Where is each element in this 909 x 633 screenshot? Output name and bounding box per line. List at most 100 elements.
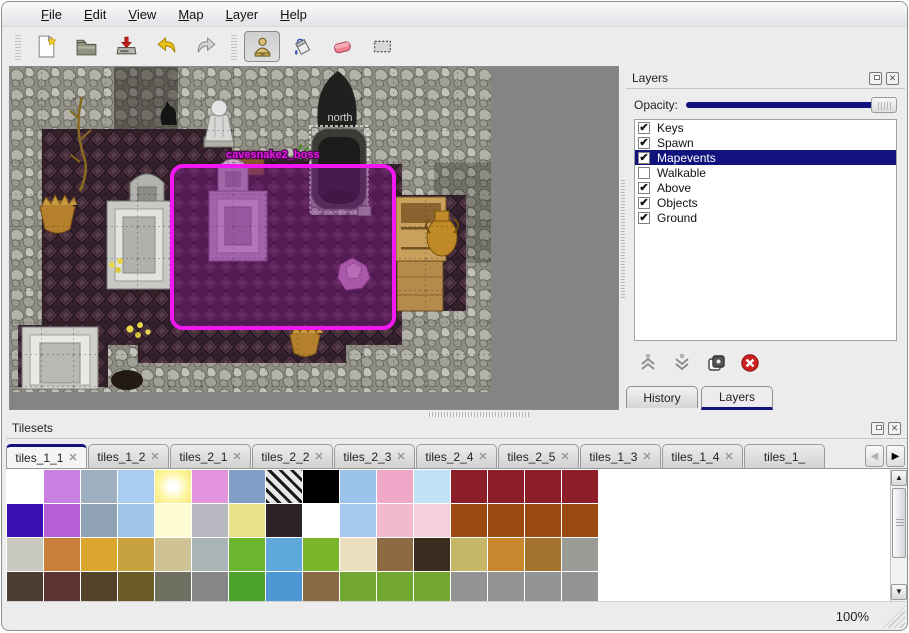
tile-2-2[interactable] [81, 538, 117, 571]
delete-layer-button[interactable] [740, 353, 760, 373]
close-panel-icon[interactable]: ✕ [888, 422, 901, 435]
toolbar-grip[interactable] [15, 34, 21, 60]
tile-2-10[interactable] [377, 538, 413, 571]
tile-0-7[interactable] [266, 470, 302, 503]
tile-2-3[interactable] [118, 538, 154, 571]
tab-close-icon[interactable]: ✕ [68, 451, 77, 464]
tileset-tab-tiles_2_1[interactable]: tiles_2_1✕ [170, 444, 251, 468]
opacity-handle[interactable] [871, 97, 897, 113]
float-panel-icon[interactable] [871, 422, 884, 435]
tile-2-14[interactable] [525, 538, 561, 571]
layer-row-spawn[interactable]: ✔Spawn [635, 135, 896, 150]
tile-3-7[interactable] [266, 572, 302, 601]
tab-close-icon[interactable]: ✕ [478, 450, 487, 463]
layer-checkbox[interactable]: ✔ [638, 122, 650, 134]
tab-close-icon[interactable]: ✕ [724, 450, 733, 463]
tile-1-9[interactable] [340, 504, 376, 537]
tile-1-12[interactable] [451, 504, 487, 537]
tile-2-7[interactable] [266, 538, 302, 571]
tileset-tab-tiles_2_2[interactable]: tiles_2_2✕ [252, 444, 333, 468]
tileset-tab-tiles_1_1[interactable]: tiles_1_1✕ [6, 444, 87, 468]
tile-1-10[interactable] [377, 504, 413, 537]
tile-2-1[interactable] [44, 538, 80, 571]
tile-3-2[interactable] [81, 572, 117, 601]
tile-1-3[interactable] [118, 504, 154, 537]
tab-close-icon[interactable]: ✕ [150, 450, 159, 463]
layer-row-above[interactable]: ✔Above [635, 180, 896, 195]
tile-2-12[interactable] [451, 538, 487, 571]
vertical-splitter[interactable] [620, 66, 625, 410]
tile-1-15[interactable] [562, 504, 598, 537]
new-file-button[interactable] [28, 31, 64, 62]
layer-checkbox[interactable]: ✔ [638, 137, 650, 149]
toolbar-grip[interactable] [231, 34, 237, 60]
tile-3-6[interactable] [229, 572, 265, 601]
layer-checkbox[interactable]: ✔ [638, 197, 650, 209]
tile-1-2[interactable] [81, 504, 117, 537]
layer-row-objects[interactable]: ✔Objects [635, 195, 896, 210]
tile-0-14[interactable] [525, 470, 561, 503]
tab-close-icon[interactable]: ✕ [396, 450, 405, 463]
tile-0-9[interactable] [340, 470, 376, 503]
tile-0-5[interactable] [192, 470, 228, 503]
tile-3-1[interactable] [44, 572, 80, 601]
tile-0-4[interactable] [155, 470, 191, 503]
float-panel-icon[interactable] [869, 72, 882, 85]
open-button[interactable] [68, 31, 104, 62]
tile-2-6[interactable] [229, 538, 265, 571]
layer-row-walkable[interactable]: Walkable [635, 165, 896, 180]
raise-layer-button[interactable] [638, 353, 658, 373]
tile-1-6[interactable] [229, 504, 265, 537]
tile-1-13[interactable] [488, 504, 524, 537]
tile-1-11[interactable] [414, 504, 450, 537]
tile-2-11[interactable] [414, 538, 450, 571]
tile-1-8[interactable] [303, 504, 339, 537]
eraser-tool-button[interactable] [324, 31, 360, 62]
layer-checkbox[interactable]: ✔ [638, 212, 650, 224]
tile-0-0[interactable] [7, 470, 43, 503]
tileset-tab-tiles_2_3[interactable]: tiles_2_3✕ [334, 444, 415, 468]
layer-checkbox[interactable]: ✔ [638, 182, 650, 194]
tile-2-9[interactable] [340, 538, 376, 571]
layer-row-keys[interactable]: ✔Keys [635, 120, 896, 135]
tile-2-0[interactable] [7, 538, 43, 571]
tab-scroll-right-icon[interactable]: ▶ [886, 445, 905, 467]
dock-tab-layers[interactable]: Layers [701, 386, 773, 410]
tile-2-13[interactable] [488, 538, 524, 571]
tile-1-5[interactable] [192, 504, 228, 537]
tileset-tab-tiles_1_4[interactable]: tiles_1_4✕ [662, 444, 743, 468]
menu-item-edit[interactable]: Edit [73, 4, 117, 25]
tile-3-15[interactable] [562, 572, 598, 601]
tile-3-3[interactable] [118, 572, 154, 601]
undo-button[interactable] [148, 31, 184, 62]
horizontal-splitter[interactable] [9, 410, 619, 418]
menu-item-map[interactable]: Map [167, 4, 214, 25]
tile-1-0[interactable] [7, 504, 43, 537]
tileset-palette[interactable]: ▲ ▼ [6, 468, 907, 601]
layer-checkbox[interactable] [638, 167, 650, 179]
tab-close-icon[interactable]: ✕ [314, 450, 323, 463]
tileset-scrollbar[interactable]: ▲ ▼ [890, 469, 907, 601]
tile-3-11[interactable] [414, 572, 450, 601]
opacity-track[interactable] [686, 102, 893, 108]
tab-close-icon[interactable]: ✕ [642, 450, 651, 463]
tile-2-15[interactable] [562, 538, 598, 571]
tab-scroll-left-icon[interactable]: ◀ [865, 445, 884, 467]
tile-0-12[interactable] [451, 470, 487, 503]
tile-0-8[interactable] [303, 470, 339, 503]
tile-0-1[interactable] [44, 470, 80, 503]
scroll-up-icon[interactable]: ▲ [891, 470, 907, 486]
tile-0-10[interactable] [377, 470, 413, 503]
save-button[interactable] [108, 31, 144, 62]
stamp-tool-button[interactable] [244, 31, 280, 62]
tileset-tab-tiles_2_5[interactable]: tiles_2_5✕ [498, 444, 579, 468]
map-canvas[interactable]: north [10, 67, 491, 392]
tile-3-10[interactable] [377, 572, 413, 601]
tileset-tab-tiles_1_2[interactable]: tiles_1_2✕ [88, 444, 169, 468]
tile-2-5[interactable] [192, 538, 228, 571]
tileset-tab-tiles_2_4[interactable]: tiles_2_4✕ [416, 444, 497, 468]
duplicate-layer-button[interactable] [706, 353, 726, 373]
scrollbar-thumb[interactable] [892, 488, 906, 558]
layer-row-ground[interactable]: ✔Ground [635, 210, 896, 225]
tileset-tab-tiles_1_3[interactable]: tiles_1_3✕ [580, 444, 661, 468]
